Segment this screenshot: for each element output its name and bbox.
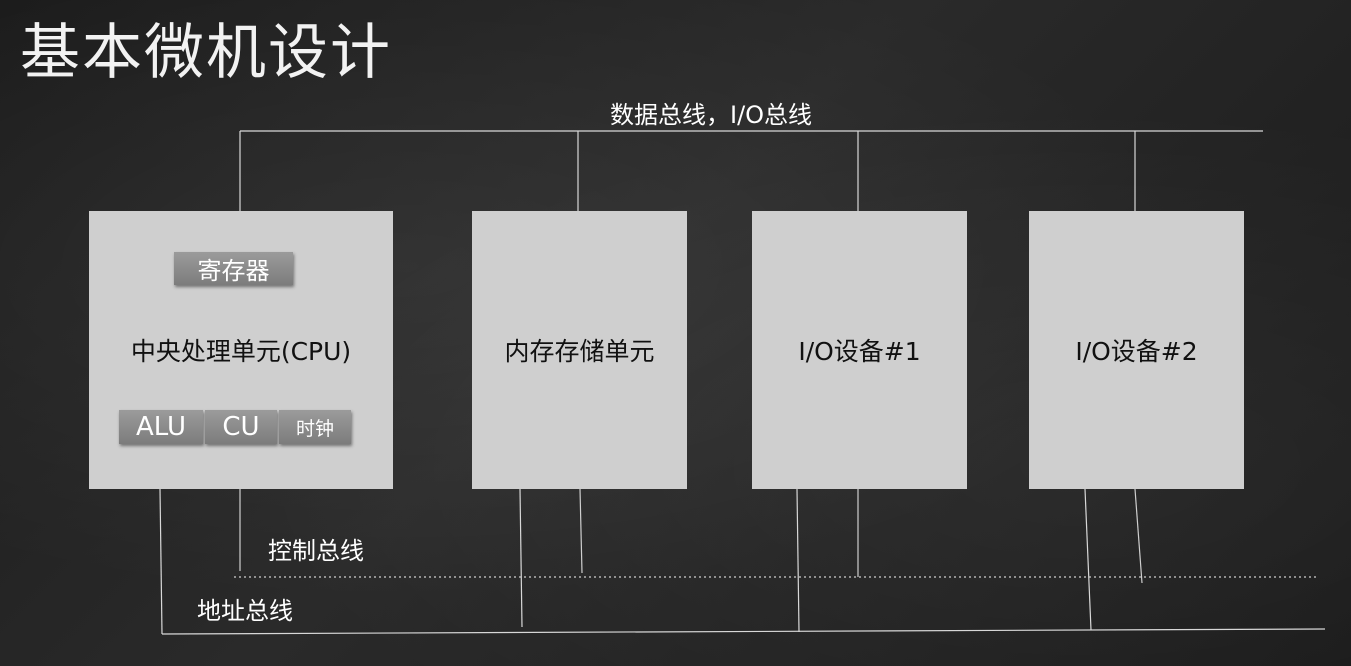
register-chip: 寄存器 bbox=[174, 252, 293, 285]
memory-box: 内存存储单元 bbox=[472, 211, 687, 489]
clock-chip: 时钟 bbox=[279, 410, 351, 444]
io-device-1-box: I/O设备#1 bbox=[752, 211, 967, 489]
address-bus-label: 地址总线 bbox=[197, 597, 293, 625]
data-bus-label: 数据总线，I/O总线 bbox=[610, 101, 813, 129]
cpu-label: 中央处理单元(CPU) bbox=[130, 337, 352, 366]
control-bus-label: 控制总线 bbox=[268, 537, 364, 565]
io-device-2-box: I/O设备#2 bbox=[1029, 211, 1244, 489]
cu-chip: CU bbox=[205, 410, 277, 444]
io-device-1-label: I/O设备#1 bbox=[798, 337, 921, 366]
alu-chip: ALU bbox=[119, 410, 203, 444]
data-bus-lines bbox=[239, 130, 1263, 211]
io-device-2-label: I/O设备#2 bbox=[1075, 337, 1198, 366]
control-bus-lines bbox=[234, 488, 1318, 584]
memory-label: 内存存储单元 bbox=[504, 337, 655, 366]
